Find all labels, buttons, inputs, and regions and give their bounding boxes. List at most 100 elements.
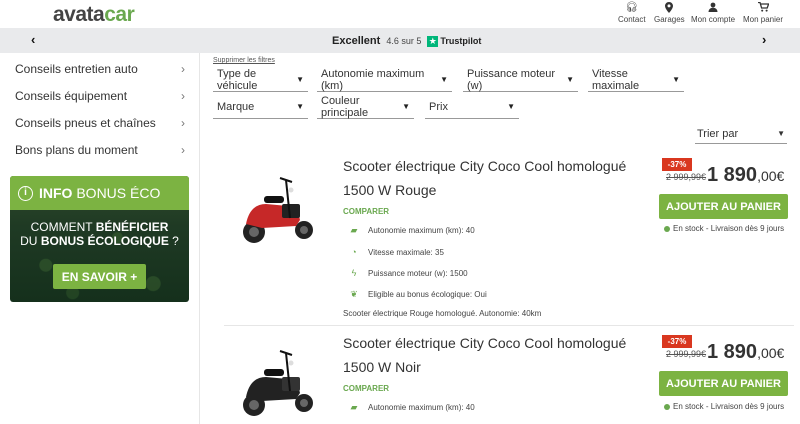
- trust-rating-score: 4.6 sur 5: [386, 36, 422, 46]
- headset-icon: 🎧︎: [625, 2, 639, 13]
- caret-down-icon: ▼: [402, 102, 410, 111]
- current-price: 1 890,00€: [707, 341, 785, 363]
- filter-type-vehicule[interactable]: Type de véhicule ▼: [213, 68, 308, 92]
- nav-cart-label: Mon panier: [743, 15, 784, 24]
- trustpilot-summary[interactable]: Excellent 4.6 sur 5 ★ Trustpilot: [332, 35, 481, 47]
- sidebar-item-label: Bons plans du moment: [15, 143, 138, 157]
- stock-status: En stock - Livraison dès 9 jours: [664, 224, 784, 233]
- nav-garages-label: Garages: [654, 15, 685, 24]
- add-to-cart-button[interactable]: AJOUTER AU PANIER: [659, 194, 788, 219]
- next-arrow-icon[interactable]: ›: [762, 32, 766, 47]
- spec-autonomie: ▰ Autonomie maximum (km): 40: [348, 225, 475, 236]
- logo-text: avata: [53, 3, 105, 26]
- bonus-eco-promo[interactable]: i INFO BONUS ÉCO COMMENT BÉNÉFICIER DU B…: [10, 176, 189, 302]
- filter-marque[interactable]: Marque ▼: [213, 95, 308, 119]
- filter-label: Autonomie maximum (km): [321, 67, 425, 92]
- filter-label: Type de véhicule: [217, 67, 258, 92]
- chevron-right-icon: ›: [181, 143, 185, 157]
- trustpilot-logo: ★ Trustpilot: [427, 35, 482, 47]
- caret-down-icon: ▼: [296, 75, 304, 84]
- sidebar-item-label: Conseils pneus et chaînes: [15, 116, 156, 130]
- sort-select[interactable]: Trier par ▼: [695, 124, 787, 144]
- spec-autonomie: ▰ Autonomie maximum (km): 40: [348, 402, 475, 413]
- caret-down-icon: ▼: [672, 75, 680, 84]
- user-icon: [708, 2, 718, 15]
- product-title[interactable]: Scooter électrique City Coco Cool homolo…: [343, 154, 643, 202]
- nav-account-label: Mon compte: [691, 15, 736, 24]
- nav-garages[interactable]: Garages: [654, 2, 685, 24]
- spec-bonus: ❦ Eligible au bonus écologique: Oui: [348, 289, 487, 300]
- nav-contact[interactable]: 🎧︎ Contact: [618, 2, 646, 24]
- spec-puissance: ϟ Puissance moteur (w): 1500: [348, 268, 468, 278]
- sidebar-item-pneus[interactable]: Conseils pneus et chaînes ›: [15, 116, 185, 130]
- caret-down-icon: ▼: [566, 75, 574, 84]
- map-pin-icon: [665, 2, 674, 15]
- sidebar-item-bons-plans[interactable]: Bons plans du moment ›: [15, 143, 185, 157]
- chevron-right-icon: ›: [181, 89, 185, 103]
- compare-link[interactable]: COMPARER: [343, 207, 389, 216]
- battery-icon: ▰: [350, 225, 358, 235]
- product-image[interactable]: [236, 347, 326, 422]
- eco-leaf-icon: ❦: [350, 289, 358, 299]
- sidebar-item-equipement[interactable]: Conseils équipement ›: [15, 89, 185, 103]
- caret-down-icon: ▼: [507, 102, 515, 111]
- site-header: avatacar 🎧︎ Contact Garages Mon compte M…: [0, 0, 800, 28]
- nav-account[interactable]: Mon compte: [691, 2, 735, 24]
- caret-down-icon: ▼: [777, 129, 785, 138]
- trustpilot-brand: Trustpilot: [440, 36, 482, 46]
- chevron-right-icon: ›: [181, 62, 185, 76]
- product-divider: [224, 325, 794, 326]
- discount-badge: -37%: [662, 335, 692, 348]
- filter-vitesse[interactable]: Vitesse maximale ▼: [588, 68, 684, 92]
- filter-label: Marque: [217, 100, 255, 113]
- old-price: 2 999,99€: [666, 172, 707, 182]
- caret-down-icon: ▼: [296, 102, 304, 111]
- lightning-icon: ϟ: [351, 268, 357, 278]
- promo-title: INFO BONUS ÉCO: [39, 185, 161, 201]
- filter-label: Couleur principale: [321, 94, 369, 119]
- product-card: Scooter électrique City Coco Cool homolo…: [224, 150, 794, 322]
- clear-filters-link[interactable]: Supprimer les filtres: [213, 57, 275, 64]
- in-stock-dot-icon: [664, 225, 670, 232]
- old-price: 2 999,99€: [666, 349, 707, 359]
- prev-arrow-icon[interactable]: ‹: [31, 32, 35, 47]
- battery-icon: ▰: [350, 402, 358, 412]
- nav-contact-label: Contact: [618, 15, 646, 24]
- nav-cart[interactable]: Mon panier: [743, 1, 784, 24]
- trustpilot-bar: ‹ Excellent 4.6 sur 5 ★ Trustpilot ›: [0, 28, 800, 53]
- sidebar-item-entretien[interactable]: Conseils entretien auto ›: [15, 62, 185, 76]
- product-card: Scooter électrique City Coco Cool homolo…: [224, 327, 794, 424]
- current-price: 1 890,00€: [707, 164, 785, 186]
- trust-rating-word: Excellent: [332, 35, 381, 47]
- filter-label: Prix: [429, 100, 448, 113]
- info-icon: i: [18, 185, 33, 201]
- logo-accent-text: car: [104, 3, 135, 26]
- filter-label: Puissance moteur (w): [467, 67, 556, 92]
- chevron-right-icon: ›: [181, 116, 185, 130]
- logo[interactable]: avatacar: [53, 3, 135, 27]
- caret-down-icon: ▼: [440, 75, 448, 84]
- cart-icon: [757, 1, 770, 15]
- add-to-cart-button[interactable]: AJOUTER AU PANIER: [659, 371, 788, 396]
- filter-couleur[interactable]: Couleur principale ▼: [317, 95, 414, 119]
- speedometer-icon: ◔: [351, 247, 357, 257]
- filter-puissance[interactable]: Puissance moteur (w) ▼: [463, 68, 578, 92]
- promo-text: COMMENT BÉNÉFICIER DU BONUS ÉCOLOGIQUE ?: [20, 220, 179, 248]
- product-title[interactable]: Scooter électrique City Coco Cool homolo…: [343, 331, 643, 379]
- product-image[interactable]: [236, 174, 326, 249]
- promo-header: i INFO BONUS ÉCO: [10, 176, 189, 210]
- filter-label: Vitesse maximale: [592, 67, 640, 92]
- compare-link[interactable]: COMPARER: [343, 384, 389, 393]
- spec-vitesse: ◔ Vitesse maximale: 35: [348, 247, 444, 257]
- sort-label: Trier par: [697, 127, 739, 140]
- filter-autonomie[interactable]: Autonomie maximum (km) ▼: [317, 68, 452, 92]
- discount-badge: -37%: [662, 158, 692, 171]
- promo-learn-more-button[interactable]: EN SAVOIR +: [53, 264, 146, 289]
- sidebar-item-label: Conseils entretien auto: [15, 62, 138, 76]
- star-icon: ★: [427, 35, 439, 47]
- in-stock-dot-icon: [664, 403, 670, 410]
- filter-prix[interactable]: Prix ▼: [425, 95, 519, 119]
- sidebar-item-label: Conseils équipement: [15, 89, 128, 103]
- stock-status: En stock - Livraison dès 9 jours: [664, 402, 784, 411]
- product-description: Scooter électrique Rouge homologué. Auto…: [343, 309, 542, 318]
